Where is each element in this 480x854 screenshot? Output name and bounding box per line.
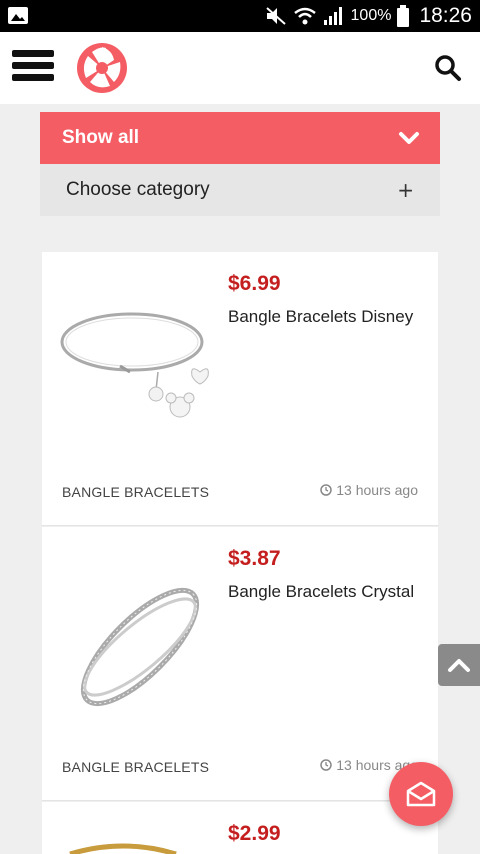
choose-category-toggle[interactable]: Choose category + [40,164,440,216]
product-image [60,312,209,418]
battery-percent: 100% [350,7,392,24]
product-title[interactable]: Bangle Bracelets Disney [228,306,418,328]
product-title[interactable]: Bangle Bracelets Crystal [228,581,418,603]
show-all-label: Show all [62,127,140,148]
product-category[interactable]: BANGLE BRACELETS [62,759,209,775]
product-card[interactable]: $2.99 [42,802,438,854]
chevron-up-icon [448,659,470,672]
product-price: $3.87 [228,547,281,570]
scroll-to-top-button[interactable] [438,644,480,686]
search-icon[interactable] [434,54,462,82]
mail-icon [406,781,436,807]
product-category[interactable]: BANGLE BRACELETS [62,484,209,500]
product-time: 13 hours ago [320,482,418,498]
mute-icon [265,7,286,25]
gallery-icon [8,7,28,24]
signal-icon [323,7,342,25]
choose-category-label: Choose category [66,179,210,200]
menu-icon[interactable] [12,50,54,86]
product-card[interactable]: $6.99 Bangle Bracelets Disney BANGLE BRA… [42,252,438,526]
logo-icon[interactable] [76,42,128,94]
clock-icon [320,484,333,496]
status-bar: 100% 18:26 [0,0,480,32]
wifi-icon [293,7,316,25]
mail-fab-button[interactable] [389,762,453,826]
product-price: $2.99 [228,822,281,845]
clock: 18:26 [419,4,472,27]
product-card[interactable]: $3.87 Bangle Bracelets Crystal BANGLE BR… [42,527,438,801]
clock-icon [320,759,333,771]
product-time-label: 13 hours ago [336,482,418,498]
show-all-dropdown[interactable]: Show all [40,112,440,164]
app-bar [0,32,480,104]
product-price: $6.99 [228,272,281,295]
chevron-down-icon [399,132,419,144]
product-image [80,587,200,707]
battery-icon [397,5,410,27]
product-image [69,843,177,854]
plus-icon: + [397,178,414,202]
